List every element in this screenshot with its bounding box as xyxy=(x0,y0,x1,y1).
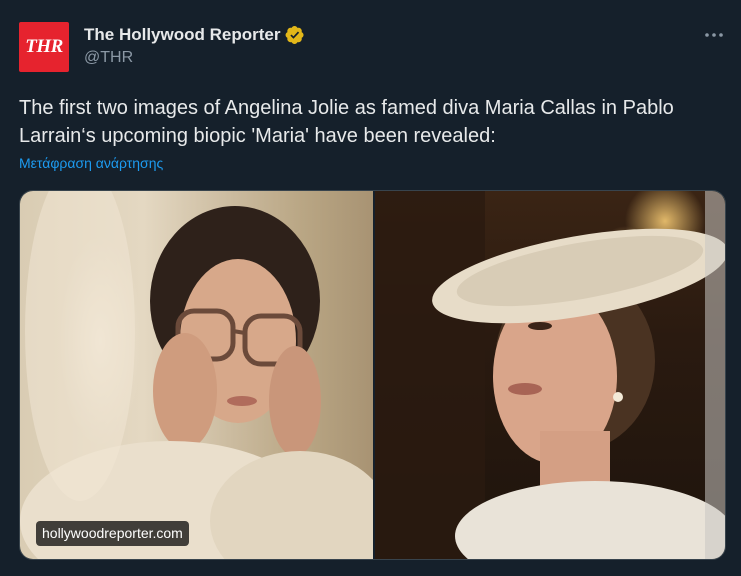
translate-post-link[interactable]: Μετάφραση ανάρτησης xyxy=(19,155,163,171)
tweet-card: THR The Hollywood Reporter @THR The firs… xyxy=(0,0,741,576)
verified-badge-icon[interactable] xyxy=(285,25,305,45)
author-handle[interactable]: @THR xyxy=(84,49,133,67)
photo-jolie-glasses-illustration xyxy=(20,191,373,559)
post-text: The first two images of Angelina Jolie a… xyxy=(19,94,734,150)
photo-jolie-glasses[interactable] xyxy=(20,191,373,559)
post-text-line-2: Larrain‘s upcoming biopic 'Maria' have b… xyxy=(19,125,496,147)
media-gallery: hollywoodreporter.com xyxy=(19,190,726,560)
media-source-watermark: hollywoodreporter.com xyxy=(36,521,189,546)
display-name[interactable]: The Hollywood Reporter xyxy=(84,25,280,45)
author-name-row: The Hollywood Reporter xyxy=(84,24,305,46)
avatar[interactable]: THR xyxy=(19,22,69,72)
photo-jolie-hat-illustration xyxy=(375,191,725,559)
avatar-logo-text: THR xyxy=(25,36,63,57)
more-options-icon[interactable] xyxy=(700,26,728,44)
photo-jolie-hat[interactable] xyxy=(375,191,725,559)
post-text-line-1: The first two images of Angelina Jolie a… xyxy=(19,97,674,119)
